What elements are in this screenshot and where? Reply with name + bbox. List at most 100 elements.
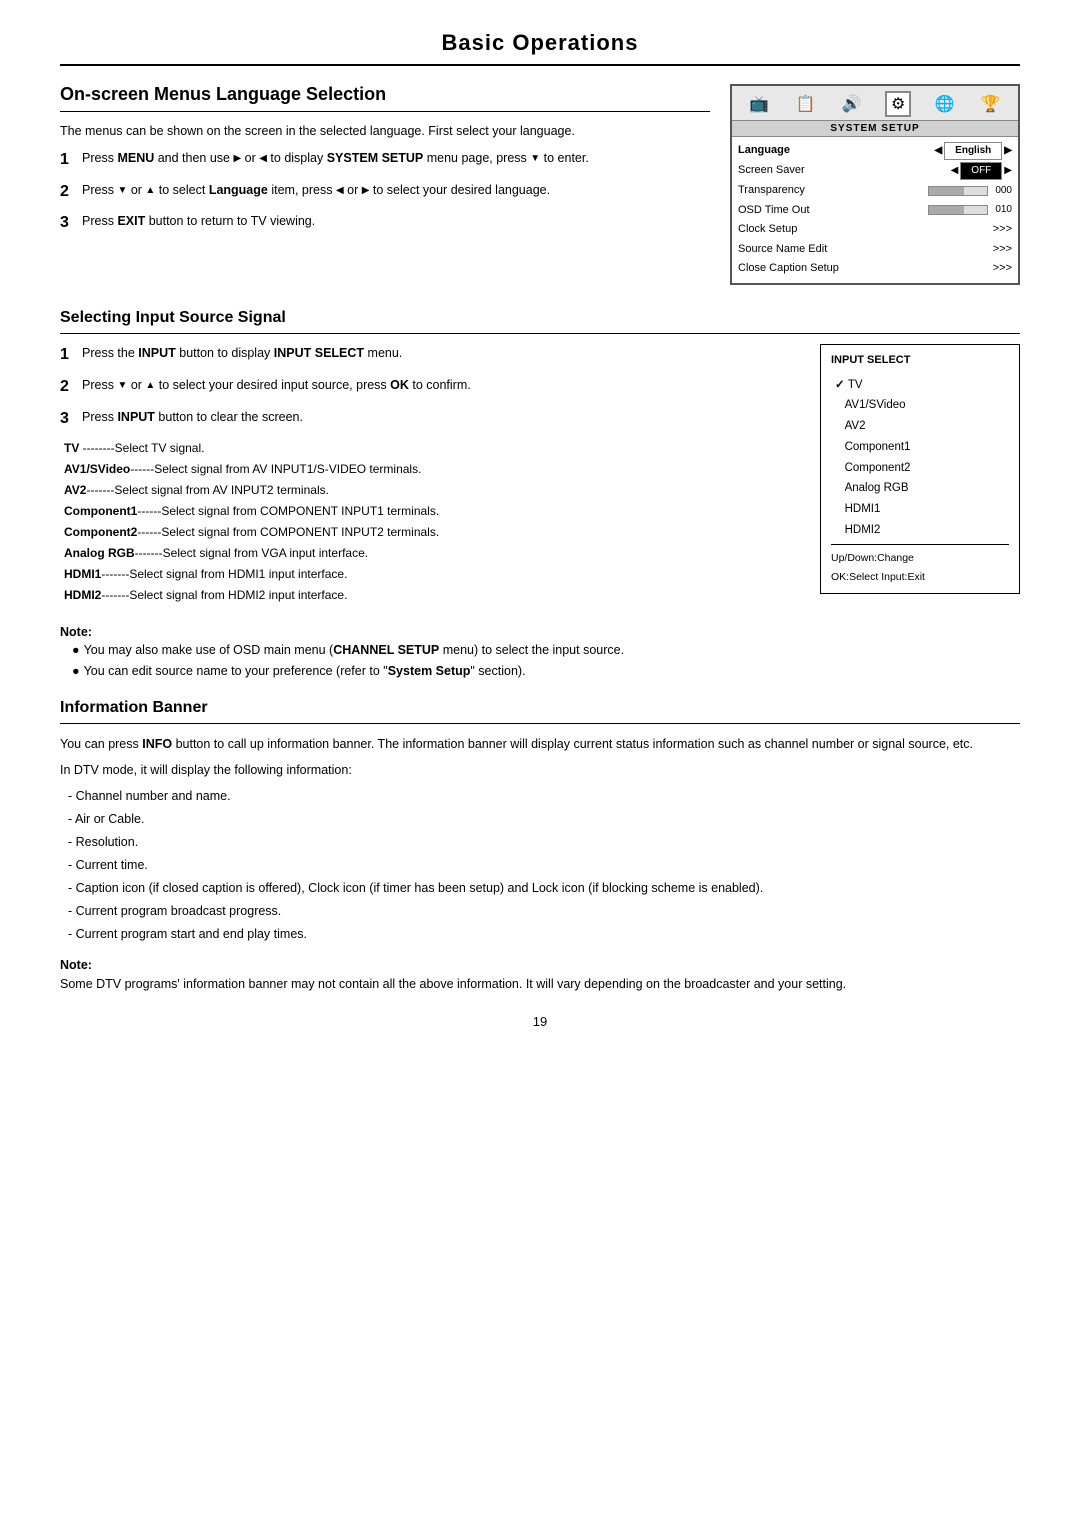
ss-key-osdtimeout: OSD Time Out [738,202,838,220]
input-select-tv: TV [831,375,1009,396]
info-divider [60,723,1020,724]
ss-num-transparency: 000 [990,183,1012,199]
ss-bar-transparency [928,186,988,196]
input-step-text-2: Press ▼ or ▲ to select your desired inpu… [82,376,800,395]
ss-icons-row: 📺 📋 🔊 ⚙ 🌐 🏆 [732,86,1018,121]
input-select-analogrgb: Analog RGB [831,478,1009,499]
note2-text: Some DTV programs' information banner ma… [60,974,1020,994]
ss-arr-left-ss: ◀ [951,163,959,179]
desc-av2: AV2-------Select signal from AV INPUT2 t… [64,481,800,499]
ss-arr-right-ss: ▶ [1004,163,1012,179]
input-step-3: 3 Press INPUT button to clear the screen… [60,408,800,432]
info-para2: In DTV mode, it will display the followi… [60,760,1020,780]
ss-arr-left-language: ◀ [934,143,942,159]
input-step-num-2: 2 [60,375,82,400]
ss-val-osdtimeout: 010 [928,202,1012,218]
step-text-2: Press ▼ or ▲ to select Language item, pr… [82,181,710,200]
ss-label: SYSTEM SETUP [732,121,1018,137]
ss-key-language: Language [738,142,838,160]
ss-val-language: ◀ English ▶ [934,142,1012,160]
ss-val-clocksetup: >>> [993,221,1012,239]
ss-icon-5: 🌐 [931,91,957,117]
input-step-text-3: Press INPUT button to clear the screen. [82,408,800,427]
ss-row-closecaption: Close Caption Setup >>> [738,259,1012,279]
ss-key-clocksetup: Clock Setup [738,221,838,239]
info-list-4: - Current time. [60,855,1020,875]
onscreen-section: On-screen Menus Language Selection The m… [60,84,1020,285]
input-divider [60,333,1020,334]
note1-bullet2: You can edit source name to your prefere… [60,662,1020,681]
input-step-2: 2 Press ▼ or ▲ to select your desired in… [60,376,800,400]
input-step-num-1: 1 [60,343,82,368]
desc-comp2: Component2------Select signal from COMPO… [64,523,800,541]
input-select-title: INPUT SELECT [831,351,1009,371]
input-section: Selecting Input Source Signal 1 Press th… [60,309,1020,607]
note2-box: Note: Some DTV programs' information ban… [60,958,1020,994]
ss-row-transparency: Transparency 000 [738,181,1012,201]
info-list-7: - Current program start and end play tim… [60,924,1020,944]
title-divider [60,64,1020,66]
input-select-hdmi2: HDMI2 [831,520,1009,541]
ss-key-sourcename: Source Name Edit [738,241,838,259]
ss-row-screensaver: Screen Saver ◀ OFF ▶ [738,161,1012,181]
step-num-1: 1 [60,148,82,173]
note2-title: Note: [60,958,1020,972]
step-num-3: 3 [60,211,82,236]
ss-val-box-language: English [944,142,1002,160]
step-text-1: Press MENU and then use ▶ or ◀ to displa… [82,149,710,168]
ss-row-osdtimeout: OSD Time Out 010 [738,201,1012,221]
input-select-hdmi1: HDMI1 [831,499,1009,520]
input-select-av2: AV2 [831,416,1009,437]
input-step-1: 1 Press the INPUT button to display INPU… [60,344,800,368]
ss-num-osdtimeout: 010 [990,202,1012,218]
onscreen-step-2: 2 Press ▼ or ▲ to select Language item, … [60,181,710,205]
input-select-av1: AV1/SVideo [831,395,1009,416]
ss-key-screensaver: Screen Saver [738,162,838,180]
page-number: 19 [60,1014,1020,1029]
ss-val-sourcename: >>> [993,241,1012,259]
info-list-5: - Caption icon (if closed caption is off… [60,878,1020,898]
ss-val-closecaption: >>> [993,260,1012,278]
page-title: Basic Operations [60,30,1020,56]
input-select-comp2: Component2 [831,458,1009,479]
input-select-footer1: Up/Down:Change [831,549,1009,568]
system-setup-diagram: 📺 📋 🔊 ⚙ 🌐 🏆 SYSTEM SETUP Language ◀ Engl… [730,84,1020,285]
onscreen-divider [60,111,710,112]
info-heading: Information Banner [60,699,1020,717]
desc-av1: AV1/SVideo------Select signal from AV IN… [64,460,800,478]
ss-val-transparency: 000 [928,183,1012,199]
ss-icon-2: 📋 [792,91,818,117]
input-select-comp1: Component1 [831,437,1009,458]
info-section: Information Banner You can press INFO bu… [60,699,1020,994]
info-list-6: - Current program broadcast progress. [60,901,1020,921]
desc-tv: TV --------Select TV signal. [64,439,800,457]
ss-arr-right-language: ▶ [1004,143,1012,159]
input-section-inner: 1 Press the INPUT button to display INPU… [60,344,1020,607]
onscreen-step-3: 3 Press EXIT button to return to TV view… [60,212,710,236]
onscreen-step-1: 1 Press MENU and then use ▶ or ◀ to disp… [60,149,710,173]
system-setup-box: 📺 📋 🔊 ⚙ 🌐 🏆 SYSTEM SETUP Language ◀ Engl… [730,84,1020,285]
ss-icon-3: 🔊 [839,91,865,117]
ss-icon-4-active: ⚙ [885,91,911,117]
note1-bullet1: You may also make use of OSD main menu (… [60,641,1020,660]
ss-row-language: Language ◀ English ▶ [738,141,1012,161]
ss-row-clocksetup: Clock Setup >>> [738,220,1012,240]
input-left: 1 Press the INPUT button to display INPU… [60,344,800,607]
ss-bar-osdtimeout [928,205,988,215]
ss-icon-6: 🏆 [978,91,1004,117]
info-list-1: - Channel number and name. [60,786,1020,806]
note1-title: Note: [60,625,1020,639]
onscreen-intro: The menus can be shown on the screen in … [60,122,710,141]
ss-key-closecaption: Close Caption Setup [738,260,839,278]
input-select-footer2: OK:Select Input:Exit [831,568,1009,587]
input-step-num-3: 3 [60,407,82,432]
onscreen-left: On-screen Menus Language Selection The m… [60,84,710,285]
ss-table-wrap: Language ◀ English ▶ Screen Saver ◀ OFF … [732,137,1018,283]
desc-hdmi2: HDMI2-------Select signal from HDMI2 inp… [64,586,800,604]
input-right: INPUT SELECT TV AV1/SVideo AV2 Component… [820,344,1020,607]
input-select-divider [831,544,1009,545]
desc-comp1: Component1------Select signal from COMPO… [64,502,800,520]
ss-val-screensaver: ◀ OFF ▶ [951,162,1012,180]
step-num-2: 2 [60,180,82,205]
ss-icon-1: 📺 [746,91,772,117]
